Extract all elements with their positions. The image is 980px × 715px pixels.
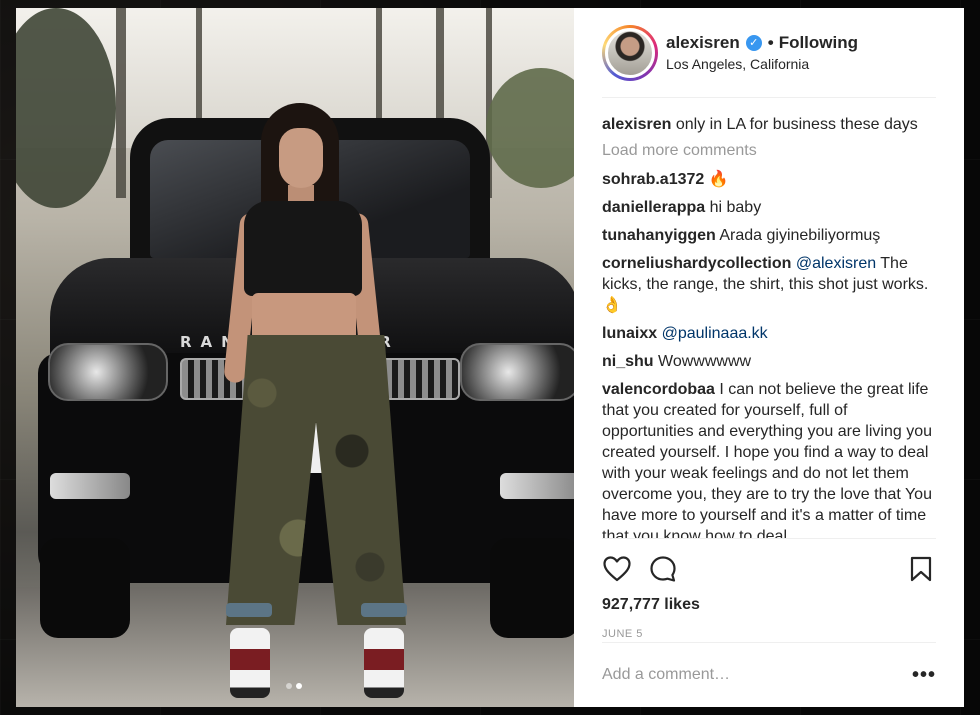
comment-mention[interactable]: @alexisren — [796, 255, 876, 272]
comment-username[interactable]: ni_shu — [602, 353, 654, 370]
post-header: alexisren ✓ • Following Los Angeles, Cal… — [602, 8, 936, 98]
list-item: tunahanyiggen Arada giyinebiliyormuş — [602, 225, 936, 246]
comment-bubble-icon[interactable] — [648, 554, 678, 584]
carousel-dot[interactable] — [286, 683, 292, 689]
list-item: corneliushardycollection @alexisren The … — [602, 253, 936, 316]
load-more-comments-button[interactable]: Load more comments — [602, 142, 936, 160]
model-figure — [206, 103, 407, 703]
comment-text: 🔥 — [708, 171, 729, 188]
comments-list[interactable]: alexisren only in LA for business these … — [574, 98, 964, 538]
comment-username[interactable]: daniellerappa — [602, 199, 705, 216]
following-button[interactable]: Following — [779, 33, 858, 53]
comment-text: hi baby — [709, 199, 762, 216]
carousel-dot-active[interactable] — [296, 683, 302, 689]
heart-icon[interactable] — [602, 554, 632, 584]
comment-username[interactable]: corneliushardycollection — [602, 255, 791, 272]
comment-text: Wowwwwww — [658, 353, 752, 370]
list-item: daniellerappa hi baby — [602, 197, 936, 218]
comment-mention[interactable]: @paulinaaa.kk — [662, 325, 768, 342]
comment-username[interactable]: tunahanyiggen — [602, 227, 716, 244]
comment-text: I can not believe the great life that yo… — [602, 381, 932, 538]
post-modal: RANGE ROVER — [16, 8, 964, 707]
bookmark-icon[interactable] — [906, 554, 936, 584]
location-link[interactable]: Los Angeles, California — [666, 56, 858, 72]
comment-username[interactable]: lunaixx — [602, 325, 657, 342]
list-item: lunaixx @paulinaaa.kk — [602, 323, 936, 344]
caption-text: only in LA for business these days — [675, 116, 918, 133]
list-item: sohrab.a1372 🔥 — [602, 169, 936, 190]
caption-username[interactable]: alexisren — [602, 116, 671, 133]
caption: alexisren only in LA for business these … — [602, 114, 936, 135]
action-bar — [602, 538, 936, 598]
post-side-panel: alexisren ✓ • Following Los Angeles, Cal… — [574, 8, 964, 707]
more-options-icon[interactable]: ••• — [912, 664, 936, 687]
story-ring[interactable] — [602, 24, 658, 81]
separator-dot: • — [767, 33, 774, 52]
list-item: valencordobaa I can not believe the grea… — [602, 379, 936, 538]
avatar[interactable] — [605, 27, 655, 78]
comment-input[interactable] — [602, 666, 912, 684]
verified-badge-icon: ✓ — [745, 35, 762, 51]
comment-text: Arada giyinebiliyormuş — [719, 227, 881, 244]
carousel-indicator — [286, 683, 302, 689]
username-link[interactable]: alexisren — [666, 33, 740, 53]
post-photo[interactable]: RANGE ROVER — [16, 8, 574, 707]
comment-username[interactable]: sohrab.a1372 — [602, 171, 704, 188]
comment-username[interactable]: valencordobaa — [602, 381, 715, 398]
list-item: ni_shu Wowwwwww — [602, 351, 936, 372]
add-comment-bar: ••• — [602, 642, 936, 707]
post-date: JUNE 5 — [602, 628, 643, 640]
likes-count[interactable]: 927,777 likes — [574, 596, 964, 614]
